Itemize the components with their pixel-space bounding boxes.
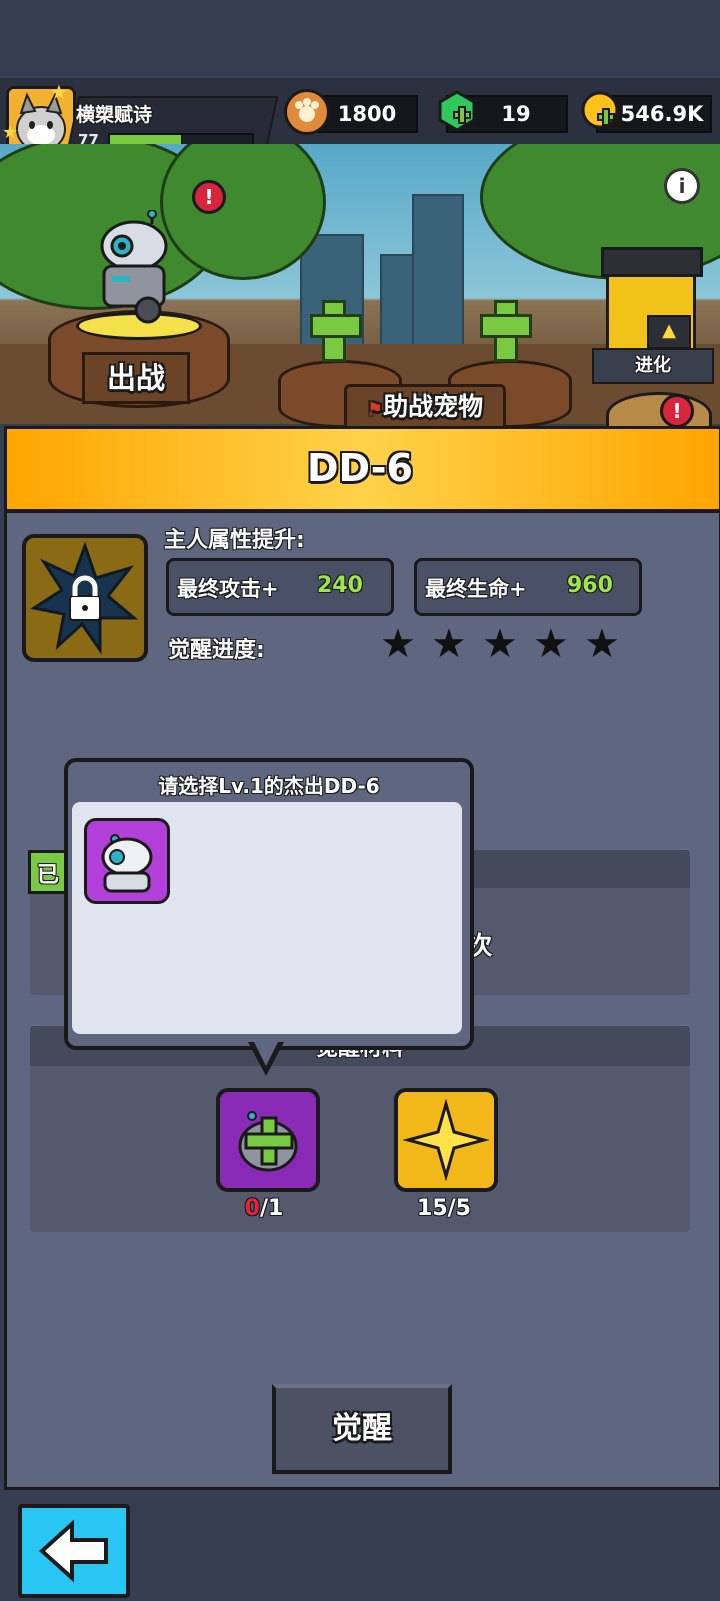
pet-material-count: 0/1	[214, 1196, 314, 1221]
assist-pets-label: ⚑助战宠物	[344, 384, 506, 430]
star-material-count: 15/5	[417, 1196, 471, 1221]
alert-icon[interactable]: !	[660, 394, 694, 428]
player-name: 横槊赋诗	[76, 104, 153, 126]
building	[380, 254, 414, 348]
star-icon: ★	[380, 621, 416, 667]
star-icon: ★	[533, 621, 569, 667]
pet-material-need: /1	[259, 1196, 284, 1221]
plus-icon[interactable]	[480, 314, 532, 338]
attack-label: 最终攻击+	[177, 577, 279, 601]
pet-material-slot[interactable]	[216, 1088, 320, 1192]
robot-pet[interactable]	[98, 209, 170, 328]
evolve-machine[interactable]: ▲	[601, 247, 703, 354]
lock-icon	[30, 541, 139, 655]
star-material-slot[interactable]	[394, 1088, 498, 1192]
attack-value: 240	[317, 573, 363, 598]
star-icon: ★	[584, 621, 620, 667]
info-icon[interactable]: i	[664, 168, 700, 204]
back-button[interactable]	[18, 1504, 130, 1598]
flag-icon: ⚑	[366, 399, 384, 420]
star-icon: ★	[431, 621, 467, 667]
back-arrow-icon	[39, 1519, 108, 1583]
robot-pet-icon	[101, 834, 153, 893]
stat-heading: 主人属性提升:	[164, 528, 305, 553]
alert-icon[interactable]: !	[192, 180, 226, 214]
vip-star-icon: ★	[2, 122, 19, 143]
pet-material-have: 0	[244, 1196, 260, 1221]
building	[412, 194, 464, 348]
popup-title: 请选择Lv.1的杰出DD-6	[158, 774, 380, 798]
awaken-progress-label: 觉醒进度:	[168, 638, 265, 663]
hp-value: 960	[567, 573, 613, 598]
evolve-button[interactable]: 进化	[592, 348, 714, 384]
paw-badge-icon	[284, 89, 330, 135]
robot-add-icon	[238, 1111, 298, 1172]
hp-label: 最终生命+	[425, 577, 527, 601]
pet-name: DD-6	[306, 446, 413, 490]
selectable-pet-item[interactable]	[84, 818, 170, 904]
vip-star-icon: ★	[50, 80, 68, 104]
gem-add-icon[interactable]	[436, 90, 478, 132]
attack-stat-box: 最终攻击+ 240	[166, 558, 394, 616]
star-shard-icon	[402, 1098, 490, 1182]
star-icon: ★	[482, 621, 518, 667]
plus-icon[interactable]	[310, 314, 362, 338]
assist-pets-text: 助战宠物	[383, 392, 484, 421]
status-tag-text: 已	[37, 863, 60, 888]
popup-pointer-fill	[253, 1040, 279, 1066]
gold-add-icon[interactable]	[580, 90, 622, 132]
deploy-label[interactable]: 出战	[82, 352, 190, 404]
robot-pet-icon	[100, 209, 168, 324]
hp-stat-box: 最终生命+ 960	[414, 558, 642, 616]
awaken-button[interactable]: 觉醒	[272, 1384, 452, 1474]
up-arrow-icon: ▲	[647, 315, 691, 349]
locked-skill-slot[interactable]	[22, 534, 148, 662]
